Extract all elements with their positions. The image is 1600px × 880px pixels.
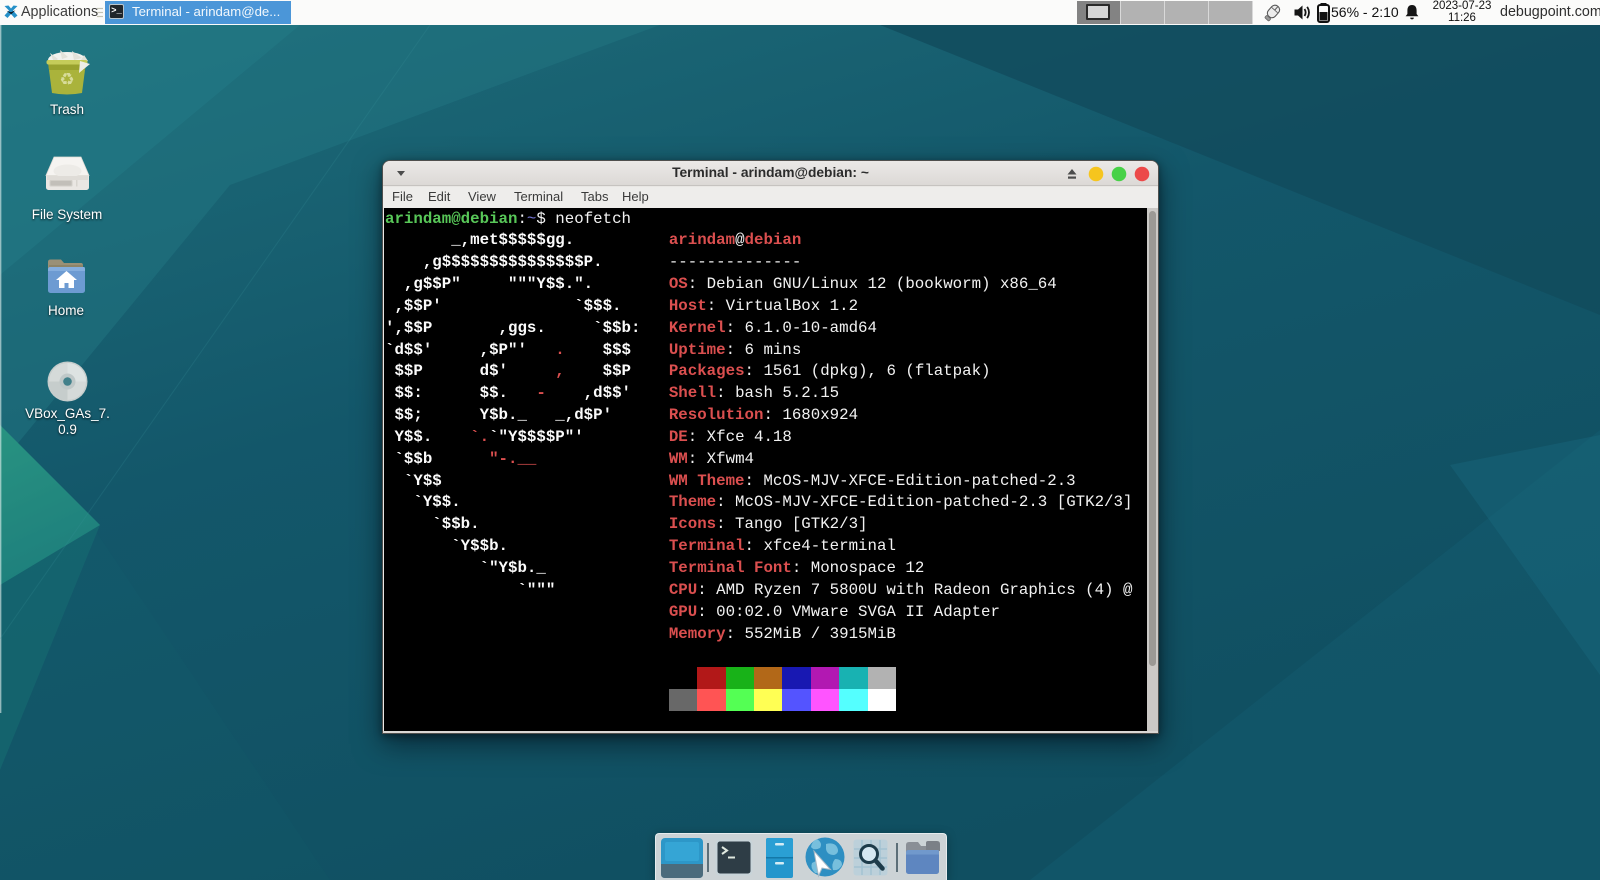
svg-text:♻: ♻ (59, 70, 74, 89)
